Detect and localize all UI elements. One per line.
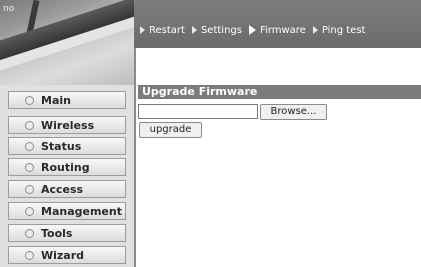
sidebar-item-status[interactable]: Status: [8, 137, 126, 155]
nav-label: Restart: [149, 24, 185, 36]
sidebar-item-label: Tools: [41, 226, 73, 240]
circle-bullet-icon: [25, 184, 34, 194]
sidebar-item-routing[interactable]: Routing: [8, 158, 126, 176]
header-photo: no: [0, 0, 134, 85]
divider: [134, 48, 136, 267]
circle-bullet-icon: [25, 120, 34, 130]
triangle-right-icon: [312, 26, 318, 34]
logo-text: no: [3, 4, 15, 14]
nav-label: Settings: [200, 24, 242, 36]
triangle-right-icon: [248, 25, 256, 35]
nav-restart[interactable]: Restart: [140, 25, 185, 36]
nav-ping-test[interactable]: Ping test: [312, 24, 366, 36]
nav-settings[interactable]: Settings: [191, 24, 242, 36]
top-nav: Restart Settings Firmware Ping test: [140, 22, 372, 38]
upgrade-button[interactable]: upgrade: [139, 122, 202, 138]
nav-label: Firmware: [259, 24, 306, 36]
sidebar: Main Wireless Status Routing Access Mana…: [0, 85, 134, 267]
circle-bullet-icon: [25, 206, 34, 216]
section-title: Upgrade Firmware: [138, 85, 421, 99]
circle-bullet-icon: [25, 162, 34, 172]
sidebar-item-label: Access: [41, 182, 84, 196]
firmware-file-input[interactable]: [138, 104, 258, 119]
circle-bullet-icon: [25, 228, 34, 238]
sidebar-item-wizard[interactable]: Wizard: [8, 246, 126, 264]
sidebar-item-management[interactable]: Management: [8, 202, 126, 220]
sidebar-item-label: Wireless: [41, 118, 95, 132]
triangle-right-icon: [191, 26, 197, 34]
nav-firmware[interactable]: Firmware: [248, 24, 306, 36]
nav-label: Ping test: [321, 24, 366, 36]
sidebar-item-wireless[interactable]: Wireless: [8, 116, 126, 134]
sidebar-item-label: Main: [41, 93, 71, 107]
sidebar-item-label: Status: [41, 139, 82, 153]
circle-bullet-icon: [25, 95, 34, 105]
sidebar-item-label: Routing: [41, 160, 90, 174]
sidebar-item-main[interactable]: Main: [8, 91, 126, 109]
circle-bullet-icon: [25, 250, 34, 260]
sidebar-item-label: Management: [41, 204, 122, 218]
browse-button[interactable]: Browse...: [260, 104, 327, 120]
triangle-right-icon: [140, 26, 145, 34]
circle-bullet-icon: [25, 141, 34, 151]
sidebar-item-tools[interactable]: Tools: [8, 224, 126, 242]
sidebar-item-access[interactable]: Access: [8, 180, 126, 198]
sidebar-item-label: Wizard: [41, 248, 85, 262]
